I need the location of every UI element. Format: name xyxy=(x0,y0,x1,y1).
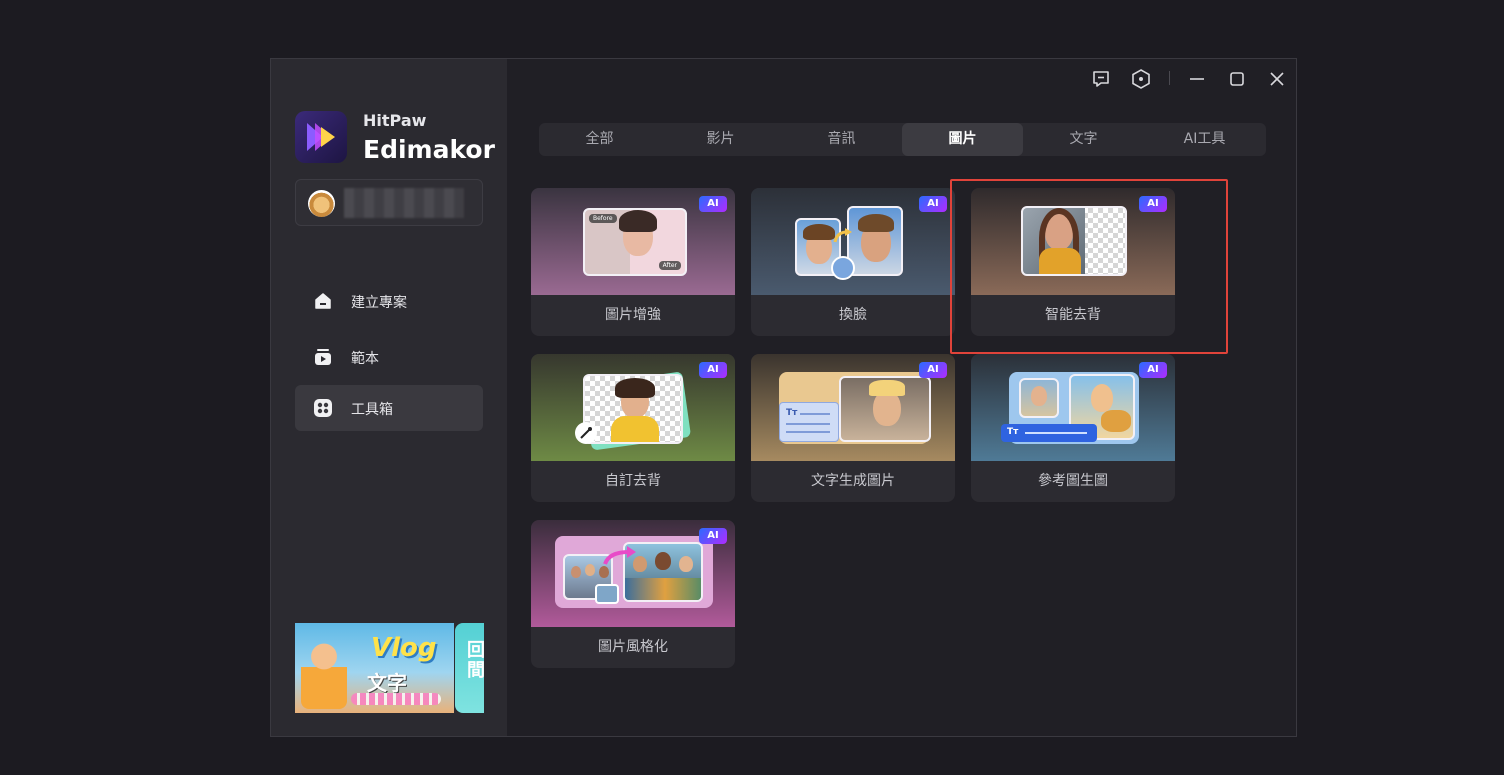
ai-badge: AI xyxy=(699,528,727,544)
ai-badge: AI xyxy=(699,196,727,212)
text-prompt-box: Tт xyxy=(779,402,839,442)
tab-ai-tools[interactable]: AI工具 xyxy=(1144,123,1265,156)
account-panel[interactable] xyxy=(295,179,483,226)
generated-image xyxy=(839,376,931,442)
template-icon xyxy=(315,349,331,365)
style-thumbnail xyxy=(595,584,619,604)
toolbox-icon xyxy=(314,399,332,417)
tool-card-label: 文字生成圖片 xyxy=(811,473,895,489)
arrow-icon xyxy=(833,228,852,243)
tool-card-label: 換臉 xyxy=(839,307,867,323)
selection-highlight xyxy=(950,179,1228,354)
tool-card-label: 自訂去背 xyxy=(605,473,661,489)
home-icon xyxy=(315,293,331,309)
tool-card-text-to-image[interactable]: Tт AI 文字生成圖片 xyxy=(751,354,955,502)
app-logo xyxy=(295,111,347,163)
app-window: HitPaw Edimakor 建立專案 範本 工具箱 Vlog 文字 回 間 … xyxy=(270,58,1297,737)
sidebar: HitPaw Edimakor 建立專案 範本 工具箱 Vlog 文字 回 間 xyxy=(271,59,507,736)
sidebar-item-toolbox[interactable]: 工具箱 xyxy=(295,385,483,431)
target-face-photo xyxy=(847,206,903,276)
custom-cutout-preview xyxy=(583,374,683,444)
promo-banner[interactable]: Vlog 文字 xyxy=(295,623,454,713)
feedback-icon[interactable] xyxy=(1089,67,1113,91)
maximize-icon[interactable] xyxy=(1225,67,1249,91)
tool-card-label: 圖片增強 xyxy=(605,307,661,323)
sidebar-item-label: 建立專案 xyxy=(351,295,407,311)
close-icon[interactable] xyxy=(1265,67,1289,91)
before-tag: Before xyxy=(589,214,617,223)
banner-image xyxy=(301,639,347,709)
minimize-icon[interactable] xyxy=(1185,67,1209,91)
tab-image[interactable]: 圖片 xyxy=(902,123,1023,156)
arrow-icon xyxy=(603,546,636,565)
banner-title: Vlog xyxy=(371,633,437,663)
after-tag: After xyxy=(658,261,681,270)
category-tabs: 全部 影片 音訊 圖片 文字 AI工具 xyxy=(539,123,1266,156)
reference-photo xyxy=(1019,378,1059,418)
tool-card-face-swap[interactable]: AI 換臉 xyxy=(751,188,955,336)
enhance-preview: Before After xyxy=(583,208,687,276)
ai-badge: AI xyxy=(699,362,727,378)
tab-all[interactable]: 全部 xyxy=(539,123,660,156)
banner-subtitle: 文字 xyxy=(367,671,407,695)
sidebar-item-create-project[interactable]: 建立專案 xyxy=(295,278,483,324)
tab-video[interactable]: 影片 xyxy=(660,123,781,156)
text-input-bar: Tт xyxy=(1001,424,1097,442)
tool-card-image-enhance[interactable]: Before After AI 圖片增強 xyxy=(531,188,735,336)
settings-icon[interactable] xyxy=(1129,67,1153,91)
tab-audio[interactable]: 音訊 xyxy=(781,123,902,156)
brand-subtitle: HitPaw xyxy=(363,111,427,130)
sidebar-item-templates[interactable]: 範本 xyxy=(295,334,483,380)
promo-banner-next[interactable]: 回間 xyxy=(455,623,484,713)
window-controls-separator xyxy=(1169,71,1170,85)
tool-card-reference-to-image[interactable]: Tт AI 參考圖生圖 xyxy=(971,354,1175,502)
tool-card-custom-cutout[interactable]: AI 自訂去背 xyxy=(531,354,735,502)
sidebar-item-label: 工具箱 xyxy=(351,402,393,418)
tool-card-label: 參考圖生圖 xyxy=(1038,473,1108,489)
ai-badge: AI xyxy=(919,362,947,378)
tool-card-label: 圖片風格化 xyxy=(598,639,668,655)
ai-badge: AI xyxy=(919,196,947,212)
magic-wand-icon xyxy=(575,422,597,444)
ai-badge: AI xyxy=(1139,362,1167,378)
brand-name: Edimakor xyxy=(363,135,495,164)
account-name-blurred xyxy=(344,188,464,218)
swap-face-circle xyxy=(831,256,855,280)
avatar xyxy=(308,190,335,217)
banner-decoration xyxy=(351,693,441,705)
tab-text[interactable]: 文字 xyxy=(1023,123,1144,156)
sidebar-item-label: 範本 xyxy=(351,351,379,367)
tool-card-image-stylize[interactable]: AI 圖片風格化 xyxy=(531,520,735,668)
